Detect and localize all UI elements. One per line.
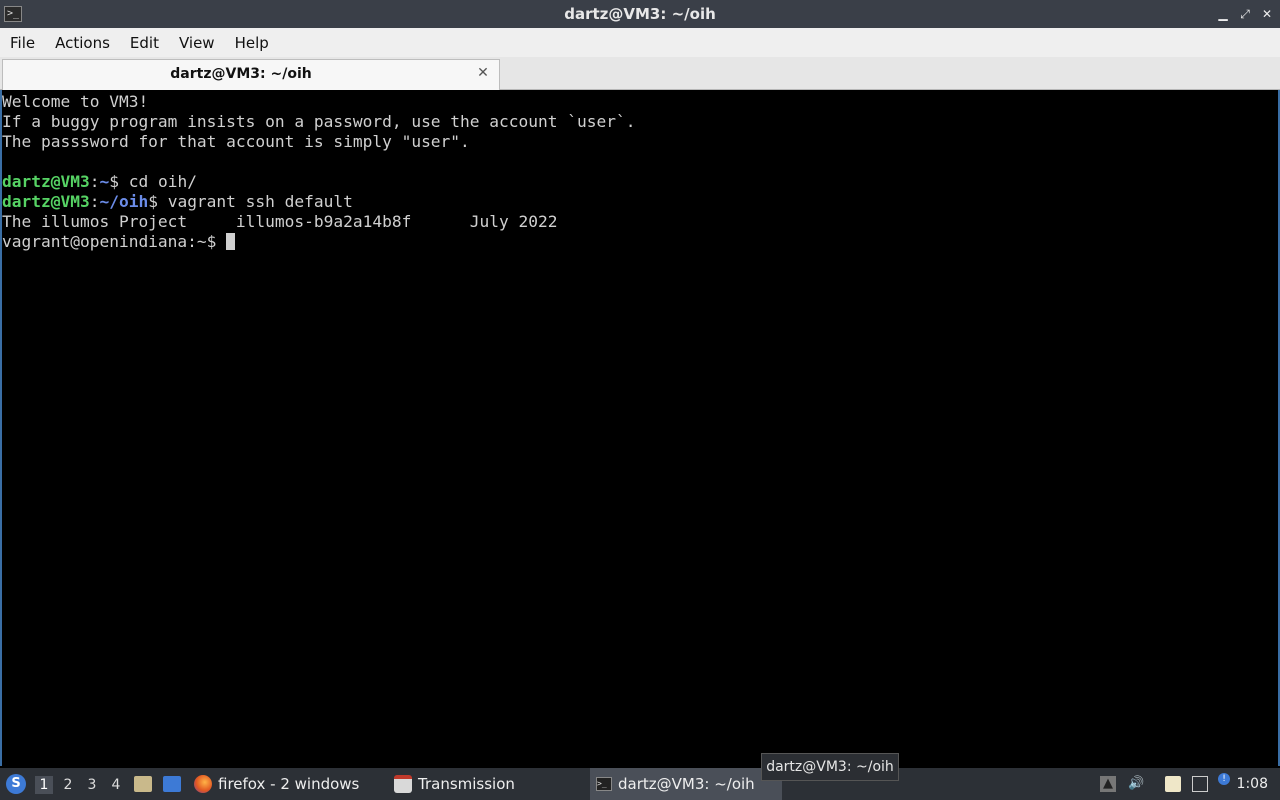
menu-bar: File Actions Edit View Help — [0, 28, 1280, 57]
window-titlebar[interactable]: >_ dartz@VM3: ~/oih ▁ ⤢ ✕ — [0, 0, 1280, 28]
prompt-user: dartz@VM3 — [2, 192, 90, 211]
clipboard-icon[interactable] — [1165, 776, 1181, 792]
notification-tray-icon[interactable]: ▲ — [1100, 776, 1116, 792]
terminal-line: dartz@VM3:~$ cd oih/ — [2, 172, 1278, 192]
file-manager-icon[interactable] — [134, 776, 152, 792]
menu-file[interactable]: File — [0, 34, 45, 52]
terminal-output[interactable]: Welcome to VM3! If a buggy program insist… — [0, 90, 1280, 766]
close-button[interactable]: ✕ — [1260, 7, 1274, 21]
command-text: cd oih/ — [118, 172, 197, 191]
task-label: dartz@VM3: ~/oih — [618, 775, 755, 793]
menu-actions[interactable]: Actions — [45, 34, 120, 52]
clock[interactable]: 1:08 — [1237, 768, 1268, 800]
task-firefox[interactable]: firefox - 2 windows — [194, 768, 384, 800]
tab-label: dartz@VM3: ~/oih — [170, 66, 312, 82]
show-desktop-icon[interactable] — [163, 776, 181, 792]
terminal-line: The illumos Project illumos-b9a2a14b8f J… — [2, 212, 1278, 232]
prompt-symbol: $ — [109, 172, 119, 191]
volume-icon[interactable]: 🔊 — [1128, 776, 1144, 792]
firefox-icon — [194, 775, 212, 793]
taskbar: S 1 2 3 4 firefox - 2 windows Transmissi… — [0, 768, 1280, 800]
tab-terminal[interactable]: dartz@VM3: ~/oih ✕ — [2, 59, 500, 90]
output-text: vagrant@openindiana:~$ — [2, 232, 227, 251]
terminal-line: The passsword for that account is simply… — [2, 132, 1278, 152]
task-label: Transmission — [418, 775, 515, 793]
terminal-icon: >_ — [596, 777, 612, 791]
desktop-4-button[interactable]: 4 — [107, 776, 125, 794]
taskbar-tooltip: dartz@VM3: ~/oih — [761, 753, 899, 781]
task-label: firefox - 2 windows — [218, 775, 360, 793]
prompt-path: ~/oih — [99, 192, 149, 211]
terminal-line: dartz@VM3:~/oih$ vagrant ssh default — [2, 192, 1278, 212]
prompt-separator: : — [89, 172, 100, 191]
update-notifier-icon[interactable]: ! — [1218, 773, 1230, 785]
start-menu-icon[interactable]: S — [6, 774, 26, 794]
task-transmission[interactable]: Transmission — [394, 768, 584, 800]
menu-view[interactable]: View — [169, 34, 225, 52]
output-text: The passsword for that account is simply… — [2, 132, 470, 151]
menu-help[interactable]: Help — [225, 34, 279, 52]
window-title: dartz@VM3: ~/oih — [564, 5, 716, 23]
transmission-icon — [394, 775, 412, 793]
terminal-line: Welcome to VM3! — [2, 92, 1278, 112]
desktop-1-button[interactable]: 1 — [35, 776, 53, 794]
network-icon[interactable] — [1192, 776, 1208, 792]
prompt-path: ~ — [99, 172, 110, 191]
minimize-button[interactable]: ▁ — [1216, 7, 1230, 21]
output-text: If a buggy program insists on a password… — [2, 112, 636, 131]
prompt-symbol: $ — [148, 192, 158, 211]
output-text: The illumos Project illumos-b9a2a14b8f J… — [2, 212, 558, 231]
desktop-2-button[interactable]: 2 — [59, 776, 77, 794]
tab-close-icon[interactable]: ✕ — [475, 65, 491, 81]
prompt-user: dartz@VM3 — [2, 172, 90, 191]
terminal-line: vagrant@openindiana:~$ — [2, 232, 1278, 252]
menu-edit[interactable]: Edit — [120, 34, 169, 52]
terminal-line: If a buggy program insists on a password… — [2, 112, 1278, 132]
prompt-separator: : — [89, 192, 100, 211]
task-terminal[interactable]: >_ dartz@VM3: ~/oih — [590, 768, 782, 800]
maximize-button[interactable]: ⤢ — [1238, 7, 1252, 21]
output-text: Welcome to VM3! — [2, 92, 149, 111]
command-text: vagrant ssh default — [157, 192, 353, 211]
terminal-cursor — [226, 233, 236, 250]
desktop-3-button[interactable]: 3 — [83, 776, 101, 794]
tab-bar: dartz@VM3: ~/oih ✕ — [0, 57, 1280, 90]
